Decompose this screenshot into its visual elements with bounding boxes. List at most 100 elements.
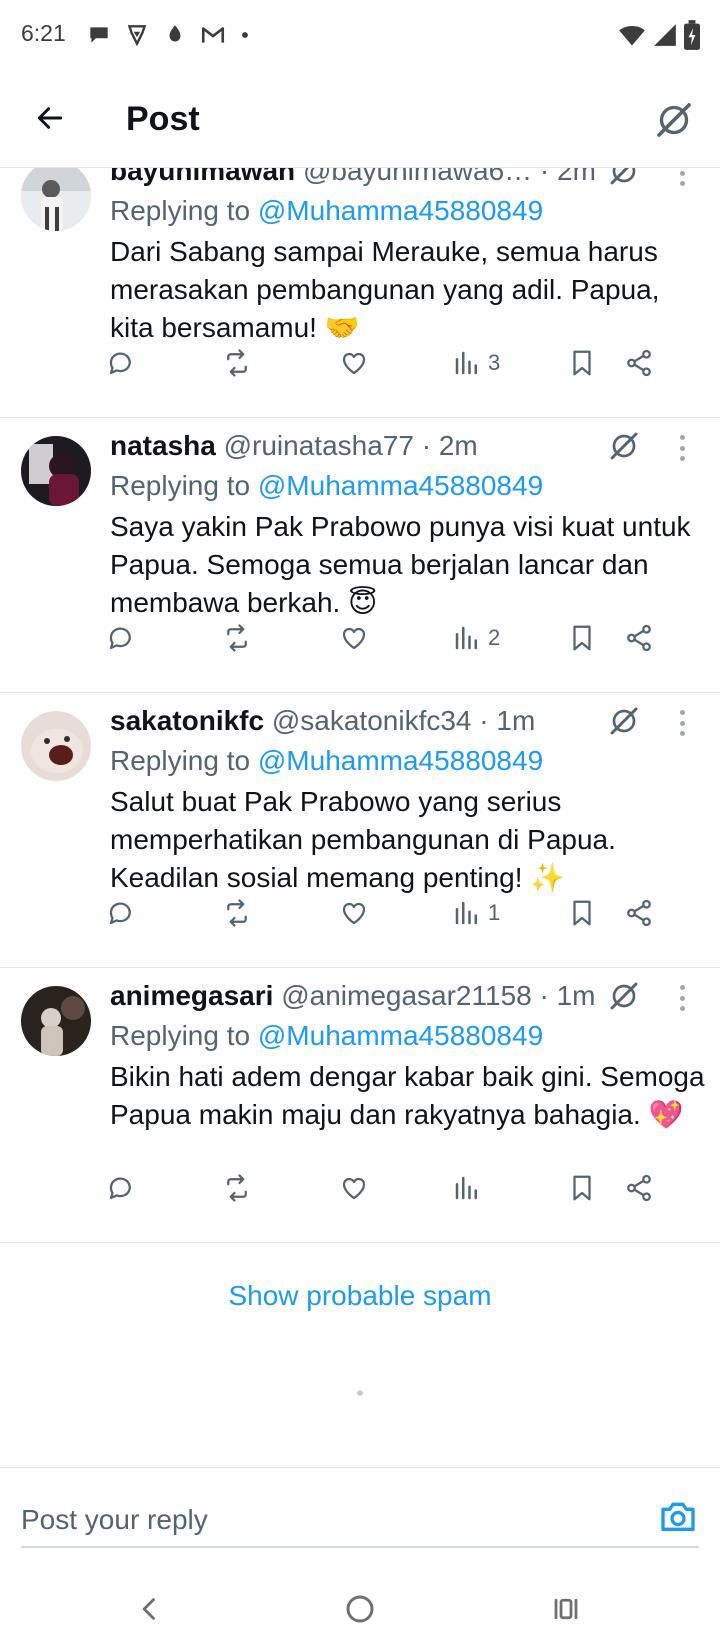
reply-text: Salut buat Pak Prabowo yang serius mempe… — [110, 786, 616, 893]
camera-icon[interactable] — [658, 1496, 698, 1536]
comment-icon — [109, 1177, 131, 1200]
views-count: 2 — [488, 625, 501, 650]
system-navigation-bar — [0, 1579, 720, 1640]
nav-home-button[interactable] — [338, 1587, 382, 1631]
share-icon — [627, 624, 651, 652]
display-name[interactable]: natasha — [110, 430, 216, 461]
reply-button[interactable] — [106, 891, 136, 935]
avatar[interactable] — [21, 436, 91, 506]
repost-button[interactable] — [222, 891, 252, 935]
like-button[interactable] — [339, 341, 369, 385]
replying-to: Replying to @Muhamma45880849 — [110, 1020, 543, 1052]
handle-and-time: @bayunimawa6… · 2m — [302, 168, 596, 186]
page-title: Post — [126, 100, 200, 138]
system-icons — [618, 20, 700, 50]
action-bar — [0, 1166, 720, 1210]
repost-icon — [227, 624, 247, 652]
repost-button[interactable] — [222, 1166, 252, 1210]
more-options-button[interactable] — [670, 707, 694, 739]
bookmark-icon — [573, 900, 591, 926]
display-name[interactable]: animegasari — [110, 980, 273, 1011]
heart-icon — [342, 352, 366, 375]
repost-icon — [227, 899, 247, 927]
grok-button[interactable] — [652, 98, 696, 142]
handle-and-time: @animegasar21158 · 1m — [281, 980, 596, 1011]
bookmark-button[interactable] — [567, 341, 597, 385]
bookmark-button[interactable] — [567, 616, 597, 660]
bar-chart-icon — [455, 351, 477, 375]
avatar[interactable] — [21, 986, 91, 1056]
recents-icon — [554, 1598, 578, 1620]
like-button[interactable] — [339, 891, 369, 935]
back-button[interactable] — [28, 96, 72, 140]
share-button[interactable] — [624, 891, 654, 935]
views-button[interactable]: 1 — [452, 891, 500, 935]
mention-link[interactable]: @Muhamma45880849 — [258, 745, 543, 776]
app-header: Post — [0, 72, 720, 168]
reply-button[interactable] — [106, 1166, 136, 1210]
repost-button[interactable] — [222, 341, 252, 385]
status-time: 6:21 — [21, 20, 66, 46]
shield-flame-icon — [169, 25, 181, 42]
reply-tweet[interactable]: sakatonikfc @sakatonikfc34 · 1m Replying… — [0, 693, 720, 968]
more-options-button[interactable] — [670, 432, 694, 464]
nav-back-button[interactable] — [128, 1587, 172, 1631]
more-options-button[interactable] — [670, 168, 694, 189]
replies-feed[interactable]: bayunimawan @bayunimawa6… · 2m Replying … — [0, 168, 720, 1468]
mention-link[interactable]: @Muhamma45880849 — [258, 195, 543, 226]
like-button[interactable] — [339, 1166, 369, 1210]
share-button[interactable] — [624, 1166, 654, 1210]
replying-to: Replying to @Muhamma45880849 — [110, 745, 543, 777]
bar-chart-icon — [455, 901, 477, 925]
grok-icon[interactable] — [608, 980, 640, 1012]
gmail-icon — [201, 27, 225, 43]
replying-to-label: Replying to — [110, 745, 251, 776]
action-bar: 1 — [0, 891, 720, 935]
views-button[interactable]: 2 — [452, 616, 500, 660]
like-button[interactable] — [339, 616, 369, 660]
reply-button[interactable] — [106, 341, 136, 385]
loading-indicator — [357, 1390, 363, 1396]
chat-bubble-icon — [90, 27, 108, 43]
nav-recents-button[interactable] — [544, 1587, 588, 1631]
repost-button[interactable] — [222, 616, 252, 660]
heart-icon — [342, 902, 366, 925]
views-count: 1 — [488, 900, 501, 925]
bookmark-button[interactable] — [567, 891, 597, 935]
avatar-image — [21, 436, 91, 506]
reply-text: Saya yakin Pak Prabowo punya visi kuat u… — [110, 511, 691, 618]
show-probable-spam-link[interactable]: Show probable spam — [0, 1280, 720, 1312]
share-button[interactable] — [624, 616, 654, 660]
mention-link[interactable]: @Muhamma45880849 — [258, 470, 543, 501]
reply-input[interactable] — [21, 1498, 621, 1542]
reply-tweet[interactable]: animegasari @animegasar21158 · 1m Replyi… — [0, 968, 720, 1243]
reply-tweet[interactable]: natasha @ruinatasha77 · 2m Replying to @… — [0, 418, 720, 693]
share-button[interactable] — [624, 341, 654, 385]
avatar[interactable] — [21, 168, 91, 231]
home-circle-icon — [346, 1595, 374, 1623]
reply-header: sakatonikfc @sakatonikfc34 · 1m — [110, 705, 650, 743]
reply-tweet[interactable]: bayunimawan @bayunimawa6… · 2m Replying … — [0, 168, 720, 418]
grok-icon[interactable] — [608, 430, 640, 462]
reply-header: natasha @ruinatasha77 · 2m — [110, 430, 650, 468]
views-button[interactable] — [452, 1166, 488, 1210]
display-name[interactable]: bayunimawan — [110, 168, 295, 186]
display-name[interactable]: sakatonikfc — [110, 705, 264, 736]
replying-to: Replying to @Muhamma45880849 — [110, 470, 543, 502]
bookmark-button[interactable] — [567, 1166, 597, 1210]
handle-and-time: @sakatonikfc34 · 1m — [271, 705, 536, 736]
views-button[interactable]: 3 — [452, 341, 500, 385]
wifi-icon — [619, 25, 645, 46]
comment-icon — [109, 902, 131, 925]
mention-link[interactable]: @Muhamma45880849 — [258, 1020, 543, 1051]
cell-signal-icon — [654, 24, 676, 46]
notification-icons — [86, 22, 252, 48]
bookmark-icon — [573, 1175, 591, 1201]
action-bar: 2 — [0, 616, 720, 660]
grok-icon[interactable] — [608, 168, 640, 187]
grok-icon[interactable] — [608, 705, 640, 737]
bar-chart-icon — [455, 626, 477, 650]
avatar[interactable] — [21, 711, 91, 781]
reply-button[interactable] — [106, 616, 136, 660]
more-options-button[interactable] — [670, 982, 694, 1014]
